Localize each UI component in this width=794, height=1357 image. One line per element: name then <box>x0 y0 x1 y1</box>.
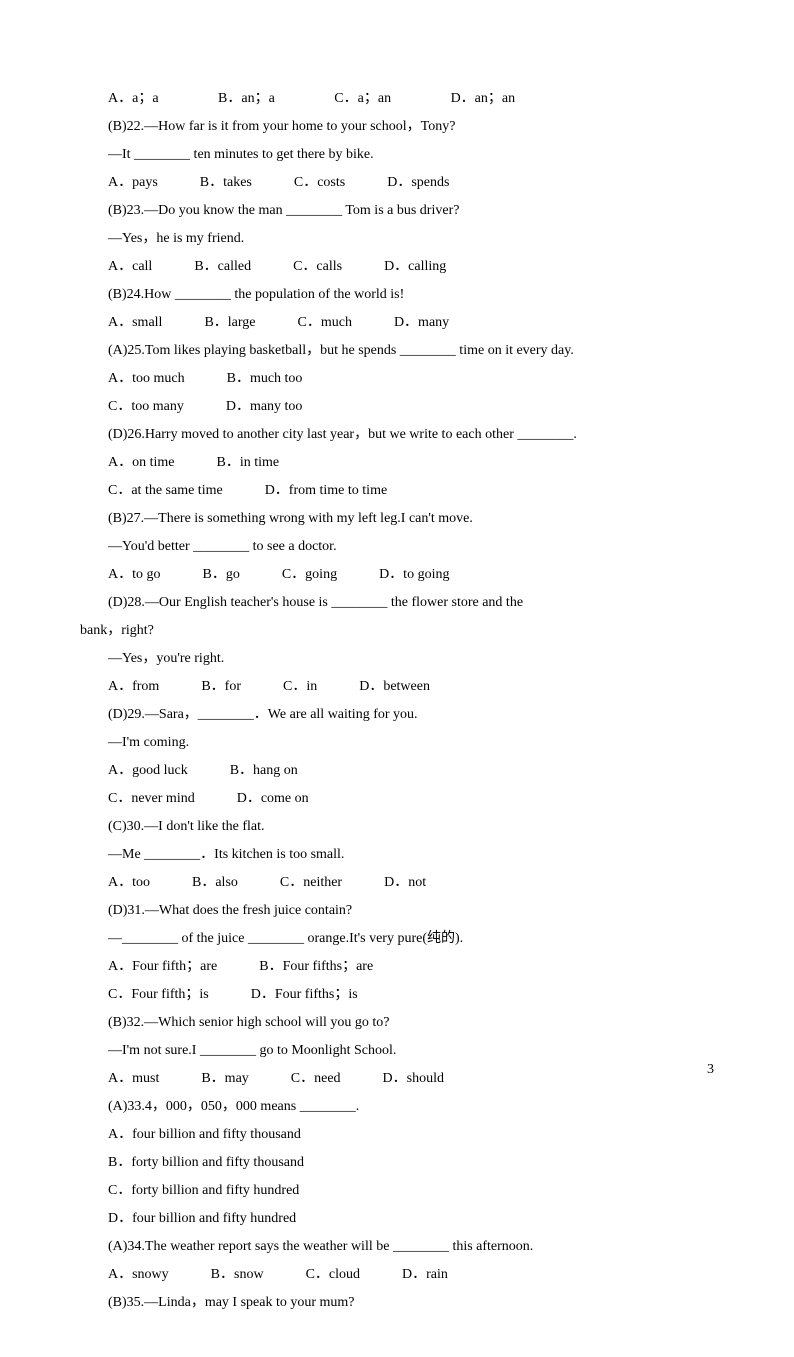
text-line: A．call B．called C．calls D．calling <box>80 253 714 281</box>
text-line: A．too much B．much too <box>80 365 714 393</box>
text-line: C．Four fifth；is D．Four fifths；is <box>80 981 714 1009</box>
text-line: —Yes，you're right. <box>80 645 714 673</box>
text-line: C．at the same time D．from time to time <box>80 477 714 505</box>
text-line: —Me ________．Its kitchen is too small. <box>80 841 714 869</box>
text-line: (B)23.—Do you know the man ________ Tom … <box>80 197 714 225</box>
text-line: A．from B．for C．in D．between <box>80 673 714 701</box>
text-line: —I'm coming. <box>80 729 714 757</box>
text-line: A．on time B．in time <box>80 449 714 477</box>
text-line: (A)25.Tom likes playing basketball，but h… <box>80 337 714 365</box>
text-line: (B)24.How ________ the population of the… <box>80 281 714 309</box>
text-line: A．snowy B．snow C．cloud D．rain <box>80 1261 714 1289</box>
text-line: A．four billion and fifty thousand <box>80 1121 714 1149</box>
text-line: (D)26.Harry moved to another city last y… <box>80 421 714 449</box>
text-line: (B)22.—How far is it from your home to y… <box>80 113 714 141</box>
text-line: C．forty billion and fifty hundred <box>80 1177 714 1205</box>
text-line: (A)33.4，000，050，000 means ________. <box>80 1093 714 1121</box>
text-line: (D)28.—Our English teacher's house is __… <box>80 589 714 617</box>
document-content: A．a；a B．an；a C．a；an D．an；an(B)22.—How fa… <box>80 85 714 1317</box>
text-line: (C)30.—I don't like the flat. <box>80 813 714 841</box>
document-page: A．a；a B．an；a C．a；an D．an；an(B)22.—How fa… <box>0 0 794 1357</box>
text-line: bank，right? <box>80 617 714 645</box>
text-line: —Yes，he is my friend. <box>80 225 714 253</box>
text-line: A．too B．also C．neither D．not <box>80 869 714 897</box>
text-line: (B)32.—Which senior high school will you… <box>80 1009 714 1037</box>
text-line: C．too many D．many too <box>80 393 714 421</box>
text-line: (B)27.—There is something wrong with my … <box>80 505 714 533</box>
page-number: 3 <box>707 1062 714 1078</box>
text-line: A．to go B．go C．going D．to going <box>80 561 714 589</box>
text-line: A．pays B．takes C．costs D．spends <box>80 169 714 197</box>
text-line: C．never mind D．come on <box>80 785 714 813</box>
text-line: —You'd better ________ to see a doctor. <box>80 533 714 561</box>
text-line: —________ of the juice ________ orange.I… <box>80 925 714 953</box>
text-line: —It ________ ten minutes to get there by… <box>80 141 714 169</box>
text-line: A．a；a B．an；a C．a；an D．an；an <box>80 85 714 113</box>
text-line: A．must B．may C．need D．should <box>80 1065 714 1093</box>
text-line: A．good luck B．hang on <box>80 757 714 785</box>
text-line: (A)34.The weather report says the weathe… <box>80 1233 714 1261</box>
text-line: B．forty billion and fifty thousand <box>80 1149 714 1177</box>
text-line: (D)29.—Sara，________．We are all waiting … <box>80 701 714 729</box>
text-line: D．four billion and fifty hundred <box>80 1205 714 1233</box>
text-line: (B)35.—Linda，may I speak to your mum? <box>80 1289 714 1317</box>
text-line: A．small B．large C．much D．many <box>80 309 714 337</box>
text-line: —I'm not sure.I ________ go to Moonlight… <box>80 1037 714 1065</box>
text-line: A．Four fifth；are B．Four fifths；are <box>80 953 714 981</box>
text-line: (D)31.—What does the fresh juice contain… <box>80 897 714 925</box>
